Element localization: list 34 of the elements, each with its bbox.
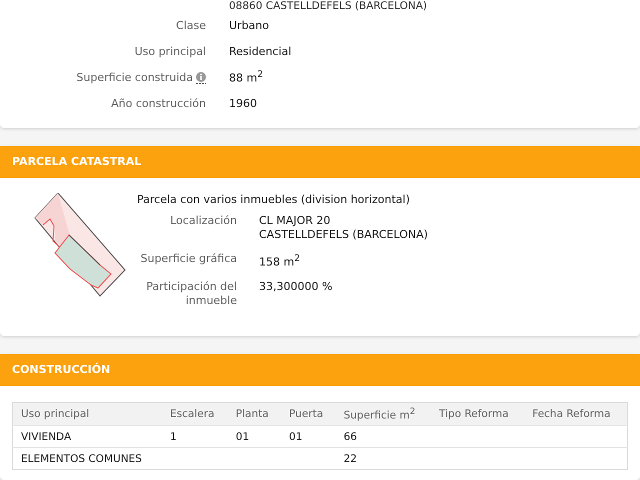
column-header: Superficie m$^{2}$: [336, 402, 432, 426]
section-header: PARCELA CATASTRAL: [0, 146, 640, 178]
column-header: Escalera: [162, 402, 228, 426]
column-header: Fecha Reforma: [524, 402, 628, 426]
field-value: Residencial: [228, 44, 292, 58]
field-label: Clase: [176, 18, 206, 32]
field-label: Localización: [169, 214, 237, 229]
parcel-description: Parcela con varios inmuebles (division horizontal): [137, 193, 411, 206]
info-icon[interactable]: [196, 72, 206, 84]
field-label: Uso principal: [134, 44, 206, 58]
table-cell: 01: [281, 426, 336, 448]
column-header: Uso principal: [12, 402, 162, 426]
table-cell: 66: [336, 426, 432, 448]
field-value: CL MAJOR 20: [259, 214, 332, 228]
field-value: 33,300000 %: [259, 280, 332, 294]
field-value: CASTELLDEFELS (BARCELONA): [259, 228, 428, 242]
table-cell: 01: [228, 426, 282, 448]
address-text: 08860 CASTELLDEFELS (BARCELONA): [228, 0, 428, 12]
field-label: Superficie construida: [76, 70, 193, 84]
table-cell: 1: [162, 426, 228, 448]
field-value: 88 m$^{2}$: [228, 69, 264, 85]
column-header: Puerta: [281, 402, 336, 426]
column-header: Tipo Reforma: [431, 402, 524, 426]
table-cell: 22: [336, 448, 432, 470]
column-header: Planta: [228, 402, 282, 426]
field-label: Participación del inmueble: [145, 280, 237, 308]
field-label: Superficie gráfica: [140, 252, 237, 267]
table-cell: VIVIENDA: [12, 426, 162, 448]
field-label: Año construcción: [111, 96, 206, 110]
field-value: 158 m$^{2}$: [259, 252, 300, 270]
table-cell: ELEMENTOS COMUNES: [12, 448, 162, 470]
field-value: Urbano: [228, 18, 269, 32]
field-value: 1960: [228, 96, 257, 110]
section-header: CONSTRUCCIÓN: [0, 354, 640, 386]
